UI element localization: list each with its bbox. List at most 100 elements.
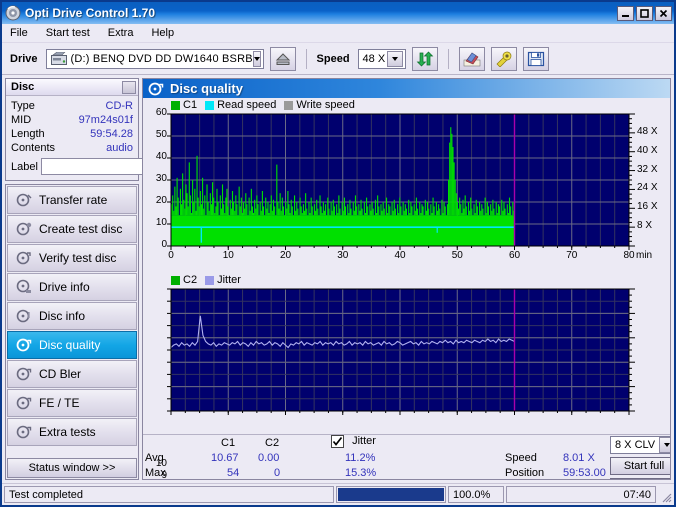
stats-speed-label: Speed: [505, 452, 537, 464]
stats-max-c2: 0: [274, 467, 280, 479]
stats-header-c1: C1: [221, 437, 235, 449]
c1-ytick-right-40: 40 X: [637, 145, 658, 156]
sidebar-label-verify-test-disc: Verify test disc: [39, 251, 116, 265]
stats-header-c2: C2: [265, 437, 279, 449]
menu-file[interactable]: File: [8, 26, 30, 40]
status-window-button[interactable]: Status window >>: [7, 458, 137, 478]
legend-c1-swatch: [171, 101, 180, 110]
sidebar-label-fe-te: FE / TE: [39, 396, 79, 410]
start-part-button[interactable]: Start part: [610, 478, 671, 480]
jitter-chart-canvas[interactable]: [143, 287, 663, 434]
menu-extra[interactable]: Extra: [106, 26, 136, 40]
disc-row-length: Length 59:54.28: [11, 127, 133, 141]
c1-ytick-left-30: 30: [147, 173, 167, 184]
legend-c1-label: C1: [183, 99, 197, 111]
menu-help[interactable]: Help: [149, 26, 176, 40]
disc-panel-header: Disc: [6, 79, 138, 96]
sidebar-item-transfer-rate[interactable]: Transfer rate: [7, 186, 137, 214]
jitter-checkbox-wrap[interactable]: Jitter: [331, 435, 376, 448]
test-speed-select[interactable]: 8 X CLV: [610, 436, 671, 454]
c1-ytick-right-24: 24 X: [637, 182, 658, 193]
disc-row-type: Type CD-R: [11, 99, 133, 113]
legend-read-speed: Read speed: [205, 99, 276, 111]
disc-length-key: Length: [11, 127, 45, 141]
disc-quality-jitter-chart: C2 Jitter 0123456789104%8%12%16%20%01020…: [143, 274, 670, 434]
window-controls: [617, 6, 672, 21]
body-area: Disc Type CD-R MID 97m24s01f Length 59:5…: [2, 75, 674, 483]
progress-bar-fill: [338, 488, 444, 501]
disc-row-mid: MID 97m24s01f: [11, 113, 133, 127]
c1-xtick-70: 70: [562, 250, 582, 261]
drive-select[interactable]: (D:) BENQ DVD DD DW1640 BSRB: [46, 49, 264, 69]
c1-ytick-left-0: 0: [147, 239, 167, 250]
c1-ytick-right-32: 32 X: [637, 164, 658, 175]
eraser-button[interactable]: [459, 47, 485, 71]
disc-info-list: Type CD-R MID 97m24s01f Length 59:54.28 …: [6, 96, 138, 180]
eject-button[interactable]: [270, 47, 296, 71]
test-speed-dropdown-arrow[interactable]: [659, 437, 671, 453]
content-area: Disc quality C1 Read speed: [142, 78, 671, 480]
c1-ytick-right-16: 16 X: [637, 201, 658, 212]
sidebar-item-create-test-disc[interactable]: Create test disc: [7, 215, 137, 243]
stats-max-c1: 54: [227, 467, 239, 479]
legend-c2-label: C2: [183, 274, 197, 286]
disc-contents-value: audio: [106, 141, 133, 155]
sidebar-item-cd-bler[interactable]: CD Bler: [7, 360, 137, 388]
stats-max-jitter: 15.3%: [345, 467, 376, 479]
c1-xtick-60: 60: [505, 250, 525, 261]
legend-write-speed: Write speed: [284, 99, 355, 111]
legend-jitter-label: Jitter: [217, 274, 241, 286]
content-header: Disc quality: [143, 79, 670, 98]
legend-write-speed-swatch: [284, 101, 293, 110]
stats-speed-value: 8.01 X: [563, 452, 595, 464]
disc-panel-collapse-button[interactable]: [122, 81, 136, 94]
disc-contents-key: Contents: [11, 141, 55, 155]
disc-mid-key: MID: [11, 113, 31, 127]
c1-xtick-0: 0: [161, 250, 181, 261]
close-button[interactable]: [655, 6, 672, 21]
disc-length-value: 59:54.28: [90, 127, 133, 141]
c1-ytick-left-60: 60: [147, 107, 167, 118]
status-message: Test completed: [4, 486, 334, 503]
disc-quality-icon: [16, 337, 32, 353]
jitter-checkbox[interactable]: [331, 435, 344, 448]
sidebar-item-disc-quality[interactable]: Disc quality: [7, 331, 137, 359]
maximize-button[interactable]: [636, 6, 653, 21]
disc-bler-icon: [16, 366, 32, 382]
sidebar-item-drive-info[interactable]: Drive info: [7, 273, 137, 301]
sidebar-item-extra-tests[interactable]: Extra tests: [7, 418, 137, 446]
c1-xtick-40: 40: [390, 250, 410, 261]
disc-verify-icon: [16, 250, 32, 266]
elapsed-time: 07:40: [506, 486, 656, 503]
minimize-button[interactable]: [617, 6, 634, 21]
sidebar-item-verify-test-disc[interactable]: Verify test disc: [7, 244, 137, 272]
disc-type-key: Type: [11, 99, 35, 113]
save-button[interactable]: [523, 47, 549, 71]
legend-jitter: Jitter: [205, 274, 241, 286]
progress-bar: [336, 486, 446, 503]
sidebar-item-fe-te[interactable]: FE / TE: [7, 389, 137, 417]
app-disc-icon: [5, 5, 21, 21]
tools-button[interactable]: [491, 47, 517, 71]
speed-select[interactable]: 48 X: [358, 49, 406, 69]
sidebar-item-disc-info[interactable]: Disc info: [7, 302, 137, 330]
disc-fete-icon: [16, 395, 32, 411]
toolbar: Drive (D:) BENQ DVD DD DW1640 BSRB Speed: [2, 43, 674, 75]
stats-position-label: Position: [505, 467, 544, 479]
legend-read-speed-label: Read speed: [217, 99, 276, 111]
drive-label: Drive: [10, 53, 38, 65]
disc-extra-icon: [16, 424, 32, 440]
drive-dropdown-arrow[interactable]: [253, 51, 261, 67]
resize-grip[interactable]: [658, 486, 672, 503]
sidebar-label-extra-tests: Extra tests: [39, 425, 96, 439]
disc-drive-icon: [16, 279, 32, 295]
test-nav-panel: Transfer rate Create test disc Verify te…: [5, 184, 139, 480]
speed-dropdown-arrow[interactable]: [387, 51, 403, 67]
disc-mid-value: 97m24s01f: [79, 113, 133, 127]
stats-panel: C1 C2 Jitter Avg 10.67 0.00 11.2% Max 54…: [143, 434, 670, 480]
start-full-button[interactable]: Start full: [610, 457, 671, 475]
content-disc-quality-icon: [148, 81, 164, 97]
refresh-button[interactable]: [412, 47, 438, 71]
stats-row-label-max: Max: [145, 467, 166, 479]
menu-start-test[interactable]: Start test: [44, 26, 92, 40]
